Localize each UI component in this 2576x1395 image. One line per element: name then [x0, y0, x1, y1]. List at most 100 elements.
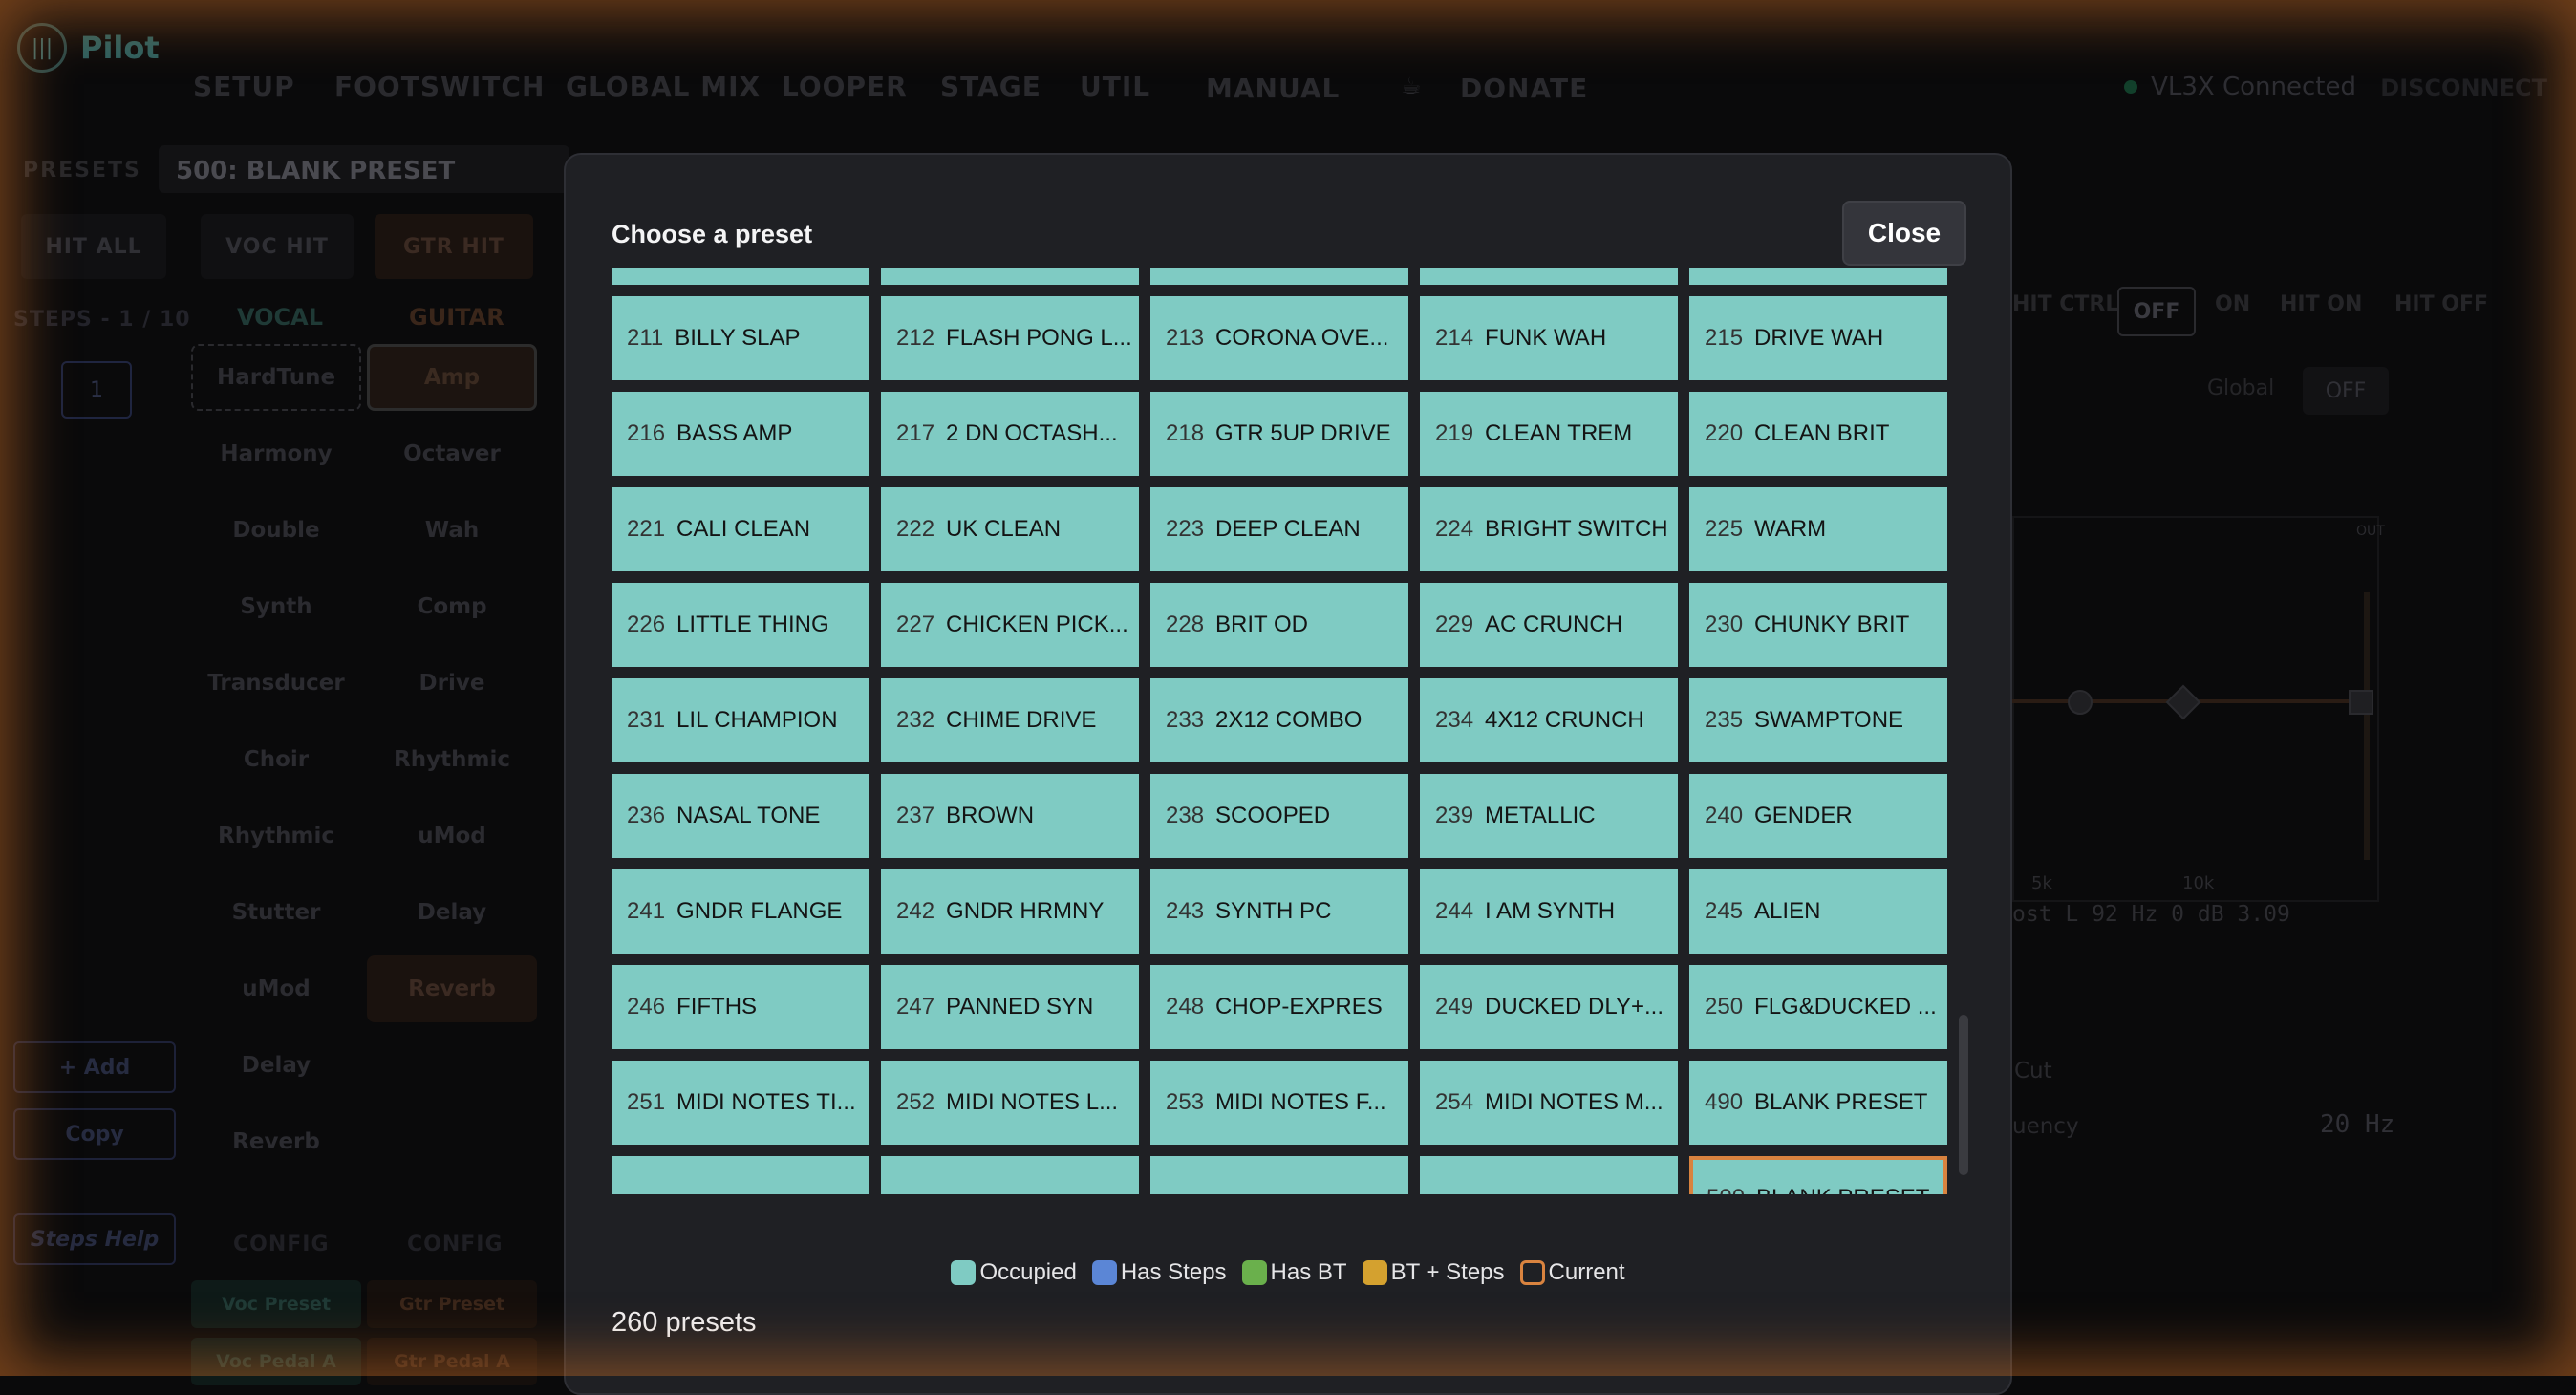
- preset-tile[interactable]: 245 ALIEN: [1689, 869, 1947, 954]
- guitar-fx-wah[interactable]: Wah: [367, 497, 537, 564]
- preset-tile[interactable]: 227 CHICKEN PICK...: [881, 583, 1139, 667]
- vocal-fx-synth[interactable]: Synth: [191, 573, 361, 640]
- preset-tile[interactable]: 237 BROWN: [881, 774, 1139, 858]
- voc-hit-button[interactable]: VOC HIT: [201, 214, 354, 279]
- preset-tile[interactable]: 206: [612, 268, 869, 285]
- close-button[interactable]: Close: [1842, 201, 1966, 266]
- preset-tile[interactable]: 251 MIDI NOTES TI...: [612, 1061, 869, 1145]
- hit-ctrl-off[interactable]: OFF: [2117, 287, 2196, 336]
- guitar-fx-octaver[interactable]: Octaver: [367, 420, 537, 487]
- preset-tile[interactable]: 226 LITTLE THING: [612, 583, 869, 667]
- preset-tile[interactable]: 216 BASS AMP: [612, 392, 869, 476]
- preset-tile[interactable]: 231 LIL CHAMPION: [612, 678, 869, 762]
- preset-tile[interactable]: 210: [1689, 268, 1947, 285]
- current-preset-field[interactable]: 500: BLANK PRESET: [159, 145, 569, 193]
- disconnect-button[interactable]: DISCONNECT: [2380, 75, 2547, 101]
- preset-tile[interactable]: 225 WARM: [1689, 487, 1947, 571]
- preset-tile[interactable]: 208: [1150, 268, 1408, 285]
- voc-preset-button[interactable]: Voc Preset: [191, 1280, 361, 1328]
- eq-out-slider[interactable]: [2364, 592, 2370, 860]
- nav-stage[interactable]: STAGE: [940, 71, 1041, 102]
- preset-tile[interactable]: 232 CHIME DRIVE: [881, 678, 1139, 762]
- hit-all-button[interactable]: HIT ALL: [21, 214, 166, 279]
- preset-tile-current[interactable]: 500 BLANK PRESET: [1689, 1156, 1947, 1194]
- preset-tile[interactable]: 254 MIDI NOTES M...: [1420, 1061, 1678, 1145]
- preset-tile[interactable]: 234 4X12 CRUNCH: [1420, 678, 1678, 762]
- preset-tile[interactable]: 214 FUNK WAH: [1420, 296, 1678, 380]
- preset-tile[interactable]: 250 FLG&DUCKED ...: [1689, 965, 1947, 1049]
- preset-tile[interactable]: 222 UK CLEAN: [881, 487, 1139, 571]
- preset-tile[interactable]: 239 METALLIC: [1420, 774, 1678, 858]
- preset-tile[interactable]: 238 SCOOPED: [1150, 774, 1408, 858]
- preset-tile[interactable]: 223 DEEP CLEAN: [1150, 487, 1408, 571]
- hit-ctrl-hit-off[interactable]: HIT OFF: [2394, 292, 2488, 316]
- vocal-fx-stutter[interactable]: Stutter: [191, 879, 361, 946]
- preset-tile[interactable]: 242 GNDR HRMNY: [881, 869, 1139, 954]
- app-logo[interactable]: ||| Pilot: [17, 23, 160, 73]
- preset-tile[interactable]: 233 2X12 COMBO: [1150, 678, 1408, 762]
- step-number[interactable]: 1: [61, 361, 132, 418]
- nav-footswitch[interactable]: FOOTSWITCH: [334, 71, 545, 102]
- nav-global-mix[interactable]: GLOBAL MIX: [566, 71, 761, 102]
- preset-tile[interactable]: 249 DUCKED DLY+...: [1420, 965, 1678, 1049]
- preset-tile[interactable]: 248 CHOP-EXPRES: [1150, 965, 1408, 1049]
- preset-tile[interactable]: 213 CORONA OVE...: [1150, 296, 1408, 380]
- guitar-fx-umod[interactable]: uMod: [367, 803, 537, 869]
- preset-tile[interactable]: [1150, 1156, 1408, 1194]
- preset-tile[interactable]: 219 CLEAN TREM: [1420, 392, 1678, 476]
- nav-donate[interactable]: DONATE: [1460, 73, 1588, 104]
- nav-looper[interactable]: LOOPER: [782, 71, 908, 102]
- preset-tile[interactable]: 230 CHUNKY BRIT: [1689, 583, 1947, 667]
- steps-help-button[interactable]: Steps Help: [13, 1213, 176, 1265]
- copy-step-button[interactable]: Copy: [13, 1108, 176, 1160]
- preset-tile[interactable]: 217 2 DN OCTASH...: [881, 392, 1139, 476]
- vocal-fx-harmony[interactable]: Harmony: [191, 420, 361, 487]
- vocal-fx-transducer[interactable]: Transducer: [191, 650, 361, 717]
- vocal-fx-umod[interactable]: uMod: [191, 955, 361, 1022]
- voc-pedal-button[interactable]: Voc Pedal A: [191, 1338, 361, 1385]
- vocal-fx-double[interactable]: Double: [191, 497, 361, 564]
- preset-tile[interactable]: 236 NASAL TONE: [612, 774, 869, 858]
- vocal-fx-rhythmic[interactable]: Rhythmic: [191, 803, 361, 869]
- preset-tile[interactable]: 241 GNDR FLANGE: [612, 869, 869, 954]
- preset-tile[interactable]: 221 CALI CLEAN: [612, 487, 869, 571]
- vocal-fx-delay[interactable]: Delay: [191, 1032, 361, 1099]
- add-step-button[interactable]: + Add: [13, 1041, 176, 1093]
- preset-tile[interactable]: 220 CLEAN BRIT: [1689, 392, 1947, 476]
- preset-tile[interactable]: 211 BILLY SLAP: [612, 296, 869, 380]
- preset-tile[interactable]: [1420, 1156, 1678, 1194]
- global-toggle[interactable]: OFF: [2303, 367, 2389, 415]
- scrollbar-thumb[interactable]: [1959, 1015, 1968, 1175]
- gtr-preset-button[interactable]: Gtr Preset: [367, 1280, 537, 1328]
- preset-tile[interactable]: 246 FIFTHS: [612, 965, 869, 1049]
- guitar-fx-reverb[interactable]: Reverb: [367, 955, 537, 1022]
- preset-tile[interactable]: 209: [1420, 268, 1678, 285]
- preset-tile[interactable]: 247 PANNED SYN: [881, 965, 1139, 1049]
- gtr-hit-button[interactable]: GTR HIT: [375, 214, 533, 279]
- preset-tile[interactable]: 229 AC CRUNCH: [1420, 583, 1678, 667]
- frequency-value[interactable]: 20 Hz: [2320, 1110, 2394, 1139]
- preset-tile[interactable]: 240 GENDER: [1689, 774, 1947, 858]
- preset-tile[interactable]: 228 BRIT OD: [1150, 583, 1408, 667]
- preset-tile[interactable]: [612, 1156, 869, 1194]
- vocal-fx-choir[interactable]: Choir: [191, 726, 361, 793]
- eq-band-handle[interactable]: [2349, 690, 2373, 715]
- preset-tile[interactable]: 235 SWAMPTONE: [1689, 678, 1947, 762]
- preset-tile[interactable]: 244 I AM SYNTH: [1420, 869, 1678, 954]
- nav-manual[interactable]: MANUAL: [1206, 73, 1340, 104]
- preset-tile[interactable]: 224 BRIGHT SWITCH: [1420, 487, 1678, 571]
- vocal-fx-hardtune[interactable]: HardTune: [191, 344, 361, 411]
- preset-tile[interactable]: 243 SYNTH PC: [1150, 869, 1408, 954]
- preset-tile[interactable]: 253 MIDI NOTES F...: [1150, 1061, 1408, 1145]
- eq-band-handle[interactable]: [2068, 690, 2093, 715]
- preset-grid-scroll[interactable]: 206 207 208 209 210 211 BILLY SLAP 212 FLASH PON…: [612, 268, 1955, 1194]
- preset-tile[interactable]: 490 BLANK PRESET: [1689, 1061, 1947, 1145]
- nav-setup[interactable]: SETUP: [193, 71, 295, 102]
- guitar-fx-delay[interactable]: Delay: [367, 879, 537, 946]
- hit-ctrl-hit-on[interactable]: HIT ON: [2280, 292, 2362, 316]
- guitar-fx-drive[interactable]: Drive: [367, 650, 537, 717]
- gtr-pedal-button[interactable]: Gtr Pedal A: [367, 1338, 537, 1385]
- preset-tile[interactable]: 218 GTR 5UP DRIVE: [1150, 392, 1408, 476]
- guitar-fx-comp[interactable]: Comp: [367, 573, 537, 640]
- preset-tile[interactable]: 207: [881, 268, 1139, 285]
